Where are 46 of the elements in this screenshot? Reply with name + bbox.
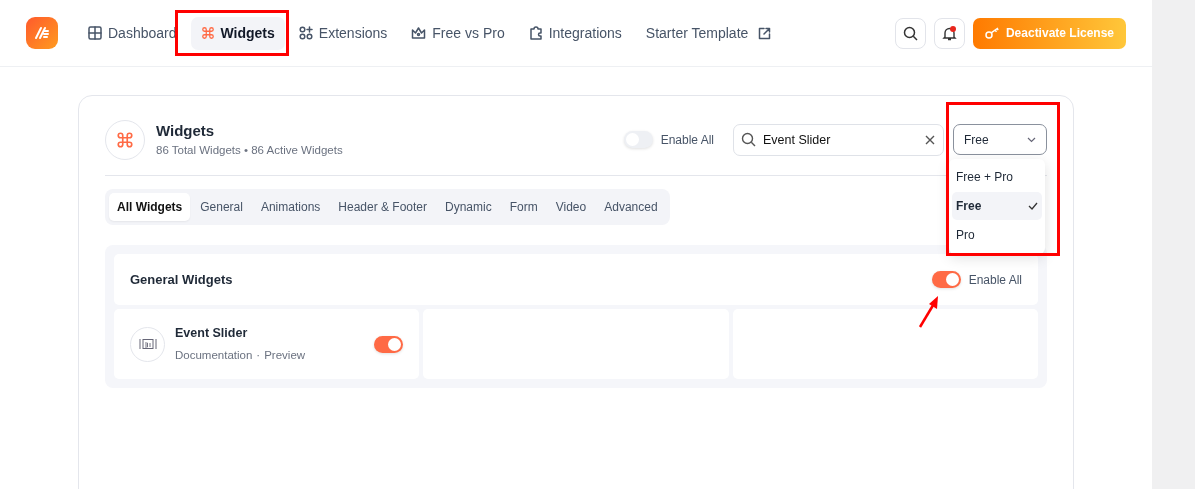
dropdown-option[interactable]: Free + Pro	[952, 163, 1042, 191]
filter-tab[interactable]: Video	[547, 193, 595, 221]
page-title: Widgets	[156, 120, 216, 141]
nav-item[interactable]: Widgets	[190, 16, 285, 50]
section-title: General Widgets	[130, 270, 233, 289]
search-field[interactable]: Event Slider	[733, 123, 944, 156]
nav-item[interactable]: Integrations	[518, 16, 632, 50]
chevron-icon	[1027, 136, 1036, 143]
dropdown-option[interactable]: Free	[952, 192, 1042, 220]
widget-toggle[interactable]	[374, 335, 404, 353]
search-icon	[741, 131, 756, 147]
filter-tab[interactable]: All Widgets	[109, 193, 191, 221]
bell-icon	[941, 25, 957, 41]
widget-link[interactable]: Documentation	[175, 346, 253, 364]
grid-icon	[88, 26, 102, 40]
nav-item[interactable]: Dashboard	[78, 16, 187, 50]
separator-dot: ·	[256, 347, 261, 363]
dropdown-option[interactable]: Pro	[952, 221, 1042, 249]
enable-all-toggle[interactable]	[931, 271, 961, 288]
nav-item[interactable]: Free vs Pro	[401, 16, 515, 50]
nav-item[interactable]: Starter Template	[635, 16, 782, 50]
logo-icon	[26, 17, 58, 49]
key-icon	[984, 27, 1000, 39]
shapes-icon	[298, 26, 313, 40]
filter-tab[interactable]: Advanced	[596, 193, 666, 221]
clear-icon[interactable]	[925, 134, 935, 145]
filter-tab[interactable]: Header & Footer	[330, 193, 436, 221]
toggle-label: Enable All	[660, 131, 714, 149]
filter-tab[interactable]: Animations	[252, 193, 329, 221]
crown-icon	[411, 26, 427, 40]
filter-select[interactable]: Free	[953, 124, 1047, 155]
search-button[interactable]	[894, 17, 926, 49]
check-icon	[1028, 202, 1038, 210]
widget-link[interactable]: Preview	[264, 346, 306, 364]
nav-item[interactable]: Extensions	[288, 16, 398, 50]
search-icon	[902, 25, 918, 41]
filter-tab[interactable]: General	[192, 193, 251, 221]
command-icon	[200, 26, 215, 40]
notification-button[interactable]	[933, 17, 965, 49]
puzzle-icon	[528, 26, 543, 40]
annotation-arrow	[918, 296, 938, 328]
toggle-label: Enable All	[968, 271, 1022, 289]
filter-tab[interactable]: Form	[501, 193, 546, 221]
widget-count: 86 Total Widgets • 86 Active Widgets	[156, 143, 343, 159]
filter-tab[interactable]: Dynamic	[437, 193, 500, 221]
widget-name: Event Slider	[175, 325, 249, 342]
